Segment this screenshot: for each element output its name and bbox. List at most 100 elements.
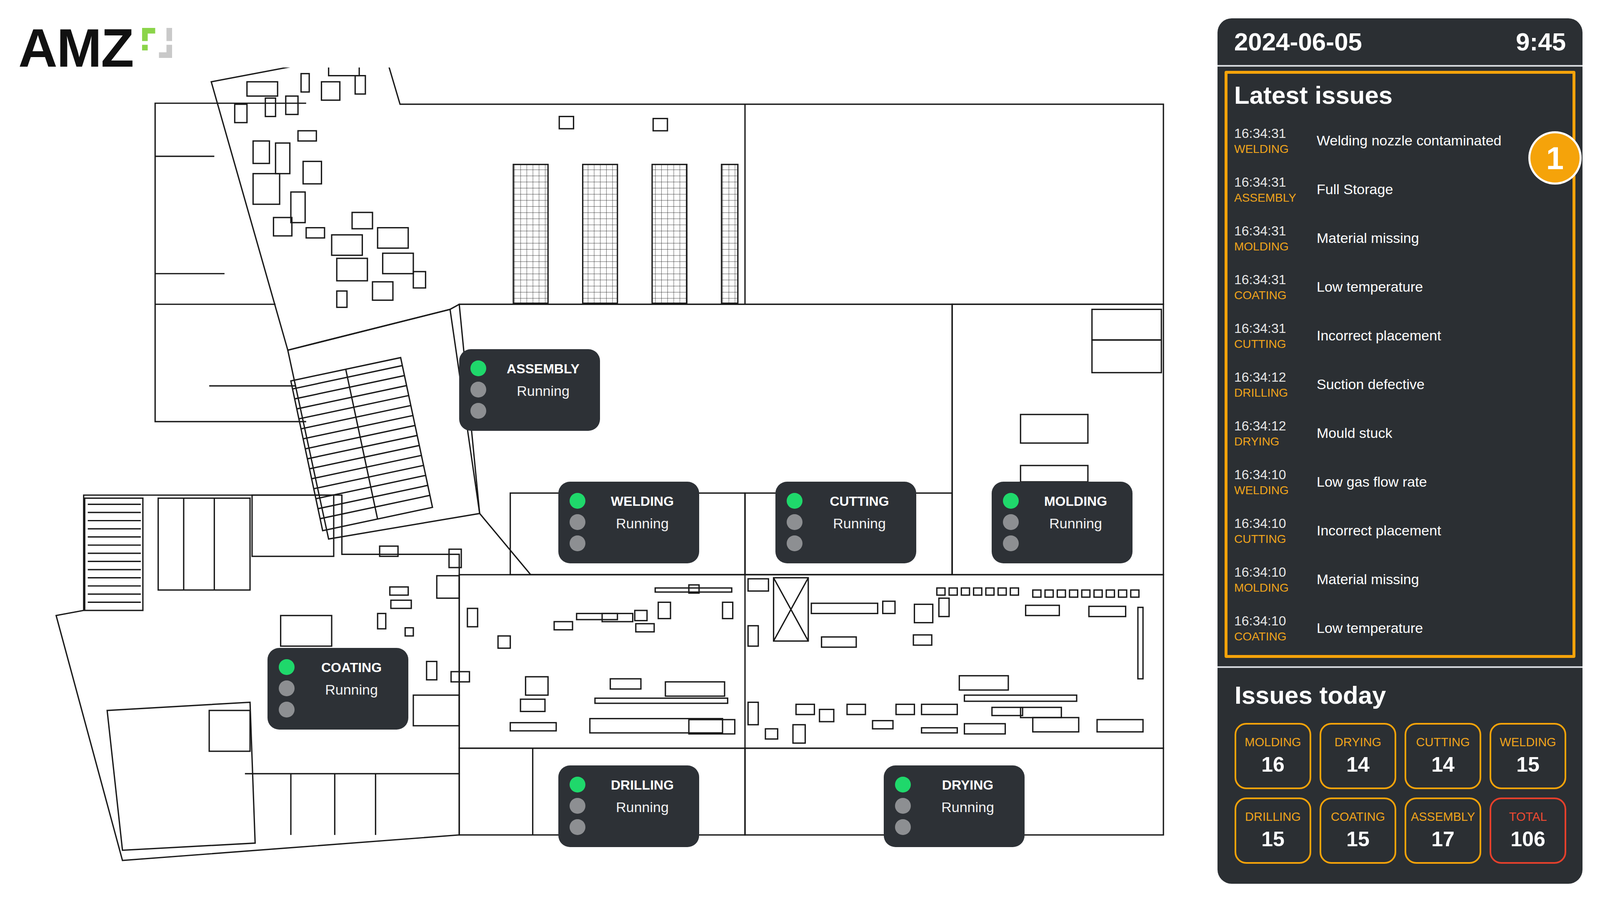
count-label: WELDING <box>1499 735 1556 750</box>
stairs <box>290 357 433 531</box>
status-light-icon <box>569 514 586 530</box>
issue-meta: 16:34:10COATING <box>1234 612 1317 644</box>
machine <box>653 118 668 131</box>
count-card[interactable]: DRYING14 <box>1319 722 1397 790</box>
issue-row[interactable]: 16:34:31COATINGLow temperature <box>1234 262 1563 312</box>
machine <box>595 698 728 704</box>
walls <box>56 67 1164 861</box>
machine <box>913 635 932 645</box>
machines <box>234 67 1143 743</box>
machine <box>382 253 413 274</box>
machine <box>449 549 462 568</box>
machine <box>1097 719 1143 732</box>
station-name: DRILLING <box>593 776 691 795</box>
issue-row[interactable]: 16:34:31CUTTINGIncorrect placement <box>1234 311 1563 360</box>
status-lights <box>278 659 295 718</box>
issue-row[interactable]: 16:34:10COATINGLow temperature <box>1234 603 1563 653</box>
count-value: 15 <box>1346 827 1370 852</box>
machine <box>413 271 426 288</box>
count-value: 15 <box>1261 827 1285 852</box>
issue-meta: 16:34:31COATING <box>1234 271 1317 303</box>
machine <box>302 161 322 184</box>
station-status: Running <box>494 380 592 402</box>
issue-row[interactable]: 16:34:10WELDINGLow gas flow rate <box>1234 457 1563 507</box>
machine <box>1057 590 1066 598</box>
issue-row[interactable]: 16:34:12DRILLINGSuction defective <box>1234 360 1563 409</box>
issue-time: 16:34:10 <box>1234 563 1317 581</box>
issue-meta: 16:34:12DRYING <box>1234 417 1317 449</box>
machine <box>747 625 758 647</box>
issue-meta: 16:34:31WELDING <box>1234 125 1317 157</box>
machine <box>688 585 699 594</box>
machine <box>520 699 545 712</box>
issue-row[interactable]: 16:34:12DRYINGMould stuck <box>1234 408 1563 458</box>
issue-station: MOLDING <box>1234 239 1317 254</box>
station-card[interactable]: WELDINGRunning <box>558 481 700 564</box>
station-card[interactable]: DRYINGRunning <box>883 765 1025 848</box>
machine <box>525 676 548 695</box>
machine <box>301 73 310 93</box>
machine <box>973 587 983 595</box>
count-card[interactable]: CUTTING14 <box>1404 722 1482 790</box>
machine <box>688 719 735 734</box>
station-name: CUTTING <box>810 492 908 511</box>
machine <box>795 704 815 715</box>
clock: 9:45 <box>1515 27 1566 57</box>
status-light-icon <box>895 797 911 814</box>
issue-station: ASSEMBLY <box>1234 190 1317 205</box>
count-label: DRYING <box>1334 735 1382 750</box>
count-card[interactable]: WELDING15 <box>1489 722 1567 790</box>
station-card[interactable]: CUTTINGRunning <box>775 481 917 564</box>
station-name: WELDING <box>593 492 691 511</box>
status-light-icon <box>569 492 586 509</box>
machine <box>576 613 618 620</box>
status-light-icon <box>278 659 295 675</box>
issue-message: Full Storage <box>1316 181 1563 198</box>
station-card[interactable]: MOLDINGRunning <box>991 481 1133 564</box>
issue-row[interactable]: 16:34:10MOLDINGMaterial missing <box>1234 555 1563 604</box>
machine <box>747 578 769 591</box>
issue-station: CUTTING <box>1234 336 1317 352</box>
machine <box>635 623 655 633</box>
side-panel: 2024-06-059:45Latest issues16:34:31WELDI… <box>1217 18 1583 884</box>
machine <box>1081 590 1090 598</box>
machine <box>1020 707 1062 718</box>
status-light-icon <box>786 492 803 509</box>
machine <box>872 720 893 730</box>
count-card[interactable]: TOTAL106 <box>1489 797 1567 864</box>
bracket-logo-icon <box>138 24 176 62</box>
issue-row[interactable]: 16:34:10CUTTINGIncorrect placement <box>1234 506 1563 555</box>
divider <box>1217 666 1583 668</box>
issue-row[interactable]: 16:34:31MOLDINGMaterial missing <box>1234 213 1563 263</box>
status-light-icon <box>1002 492 1019 509</box>
machine <box>331 235 363 256</box>
count-card[interactable]: DRILLING15 <box>1234 797 1312 864</box>
machine <box>252 173 280 205</box>
machine <box>936 587 945 595</box>
machine <box>658 602 671 619</box>
issue-meta: 16:34:31MOLDING <box>1234 222 1317 254</box>
station-card[interactable]: ASSEMBLYRunning <box>459 349 600 431</box>
machine <box>336 258 368 281</box>
machine <box>405 627 414 637</box>
issue-station: DRILLING <box>1234 385 1317 400</box>
issue-row[interactable]: 16:34:31ASSEMBLYFull Storage <box>1234 165 1563 214</box>
machine <box>559 116 574 129</box>
machine <box>819 709 834 722</box>
count-card[interactable]: ASSEMBLY17 <box>1404 797 1482 864</box>
machine <box>285 96 298 115</box>
station-card[interactable]: DRILLINGRunning <box>558 765 700 848</box>
count-value: 16 <box>1261 752 1285 777</box>
station-card[interactable]: COATINGRunning <box>267 647 409 730</box>
issue-time: 16:34:31 <box>1234 125 1317 142</box>
count-card[interactable]: MOLDING16 <box>1234 722 1312 790</box>
status-light-icon <box>786 514 803 530</box>
station-name: DRYING <box>919 776 1017 795</box>
station-status: Running <box>302 679 400 701</box>
count-card[interactable]: COATING15 <box>1319 797 1397 864</box>
issue-row[interactable]: 16:34:31WELDINGWelding nozzle contaminat… <box>1234 116 1563 165</box>
machine <box>355 75 365 95</box>
status-light-icon <box>569 797 586 814</box>
machine <box>247 81 278 96</box>
storage-racks <box>513 164 738 304</box>
